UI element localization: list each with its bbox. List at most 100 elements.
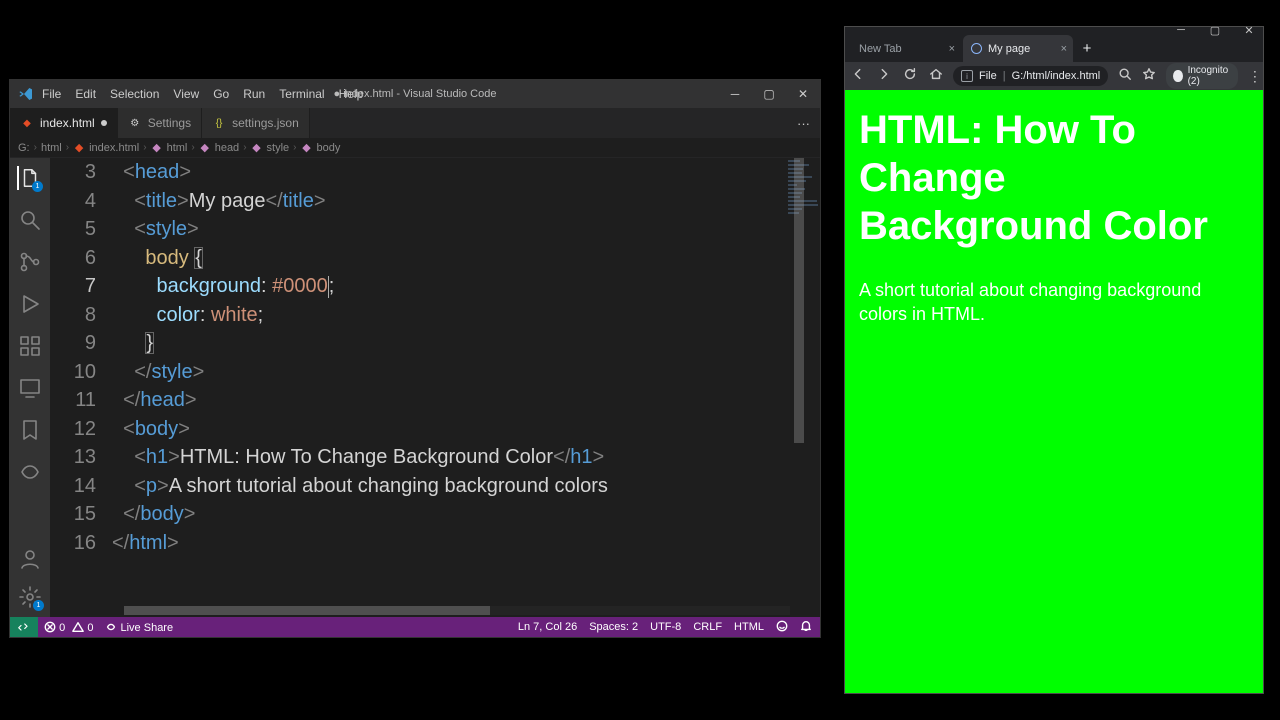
- breadcrumb-item[interactable]: body: [317, 142, 341, 154]
- vscode-window: FileEditSelectionViewGoRunTerminalHelp ●…: [10, 80, 820, 637]
- browser-minimize-button[interactable]: ─: [1171, 24, 1191, 37]
- menu-edit[interactable]: Edit: [75, 87, 96, 101]
- indentation[interactable]: Spaces: 2: [589, 621, 638, 633]
- browser-toolbar: i File | G:/html/index.html Incognito (2…: [845, 62, 1263, 90]
- explorer-badge: 1: [32, 181, 43, 192]
- browser-tab[interactable]: My page ×: [963, 35, 1073, 62]
- settings-badge: 1: [33, 600, 44, 611]
- bookmark-star-icon[interactable]: [1142, 67, 1156, 86]
- reload-button[interactable]: [903, 67, 917, 86]
- breadcrumb-node-icon: ◆: [301, 142, 313, 154]
- bookmark-icon[interactable]: [18, 418, 42, 442]
- new-tab-button[interactable]: +: [1075, 35, 1099, 62]
- encoding[interactable]: UTF-8: [650, 621, 681, 633]
- browser-viewport[interactable]: HTML: How To Change Background Color A s…: [845, 90, 1263, 693]
- gear-icon: ⚙: [128, 116, 142, 130]
- explorer-icon[interactable]: 1: [17, 166, 41, 190]
- incognito-indicator[interactable]: Incognito (2): [1166, 63, 1238, 89]
- breadcrumb-item[interactable]: head: [215, 142, 239, 154]
- vscode-menu: FileEditSelectionViewGoRunTerminalHelp: [42, 87, 363, 101]
- minimize-button[interactable]: ─: [718, 80, 752, 108]
- eol[interactable]: CRLF: [693, 621, 722, 633]
- live-share-status[interactable]: Live Share: [105, 621, 173, 634]
- page-paragraph: A short tutorial about changing backgrou…: [859, 278, 1249, 327]
- site-info-icon[interactable]: i: [961, 70, 973, 82]
- source-control-icon[interactable]: [18, 250, 42, 274]
- browser-tab-label: New Tab: [859, 43, 902, 55]
- accounts-icon[interactable]: [18, 547, 42, 571]
- notifications-icon[interactable]: [800, 620, 812, 635]
- language-mode[interactable]: HTML: [734, 621, 764, 633]
- globe-favicon-icon: [971, 43, 982, 54]
- modified-dot-icon: [101, 120, 107, 126]
- html-file-icon: ◆: [20, 116, 34, 130]
- code-content[interactable]: <head> <title>My page</title> <style> bo…: [112, 158, 820, 557]
- more-actions-icon[interactable]: ···: [797, 116, 810, 131]
- back-button[interactable]: [851, 67, 865, 86]
- browser-close-button[interactable]: ✕: [1239, 24, 1259, 37]
- vscode-logo-icon: [18, 86, 34, 102]
- breadcrumb-node-icon: ◆: [251, 142, 263, 154]
- vscode-titlebar[interactable]: FileEditSelectionViewGoRunTerminalHelp ●…: [10, 80, 820, 108]
- zoom-icon[interactable]: [1118, 67, 1132, 86]
- forward-button[interactable]: [877, 67, 891, 86]
- tab-label: Settings: [148, 116, 191, 130]
- browser-tabs: New Tab × My page × +: [845, 35, 1263, 62]
- vertical-scrollbar[interactable]: [794, 158, 804, 617]
- browser-tab-label: My page: [988, 43, 1030, 55]
- close-button[interactable]: ✕: [786, 80, 820, 108]
- tab-close-icon[interactable]: ×: [1061, 43, 1067, 55]
- live-share-icon[interactable]: [18, 460, 42, 484]
- breadcrumb-node-icon: ◆: [73, 142, 85, 154]
- status-bar: 0 0 Live Share Ln 7, Col 26 Spaces: 2 UT…: [10, 617, 820, 637]
- breadcrumb-item[interactable]: html: [167, 142, 188, 154]
- vscode-window-controls: ─ ▢ ✕: [718, 80, 820, 108]
- url-text: G:/html/index.html: [1012, 70, 1101, 82]
- editor-area[interactable]: 345678910111213141516 <head> <title>My p…: [50, 158, 820, 617]
- editor-tabs-actions: ···: [787, 108, 820, 138]
- editor-tabs: ◆ index.html ⚙ Settings {}settings.json ···: [10, 108, 820, 138]
- breadcrumb-item[interactable]: html: [41, 142, 62, 154]
- remote-explorer-icon[interactable]: [18, 376, 42, 400]
- tab-close-icon[interactable]: ×: [949, 43, 955, 55]
- json-file-icon: {}: [212, 116, 226, 130]
- search-icon[interactable]: [18, 208, 42, 232]
- vscode-body: 1 1 345678910111213141516 <head> <title>…: [10, 158, 820, 617]
- horizontal-scrollbar[interactable]: [124, 606, 790, 615]
- breadcrumb-item[interactable]: G:: [18, 142, 30, 154]
- breadcrumb-item[interactable]: index.html: [89, 142, 139, 154]
- menu-go[interactable]: Go: [213, 87, 229, 101]
- address-bar[interactable]: i File | G:/html/index.html: [953, 66, 1108, 86]
- browser-tab[interactable]: New Tab ×: [851, 35, 961, 62]
- browser-maximize-button[interactable]: ▢: [1205, 24, 1225, 37]
- menu-file[interactable]: File: [42, 87, 61, 101]
- tab-label: index.html: [40, 116, 95, 130]
- breadcrumb-node-icon: ◆: [151, 142, 163, 154]
- problems-indicator[interactable]: 0 0: [44, 621, 93, 634]
- settings-gear-icon[interactable]: 1: [18, 585, 42, 609]
- menu-run[interactable]: Run: [243, 87, 265, 101]
- extensions-icon[interactable]: [18, 334, 42, 358]
- browser-menu-icon[interactable]: ⋮: [1248, 68, 1262, 85]
- editor-tab[interactable]: {}settings.json: [202, 108, 310, 138]
- home-button[interactable]: [929, 67, 943, 86]
- url-scheme: File: [979, 70, 997, 82]
- browser-window: ─ ▢ ✕ New Tab × My page × + i File | G:/html…: [845, 27, 1263, 693]
- vscode-title: ● index.html - Visual Studio Code: [334, 88, 497, 100]
- remote-indicator[interactable]: [10, 617, 38, 637]
- menu-view[interactable]: View: [173, 87, 199, 101]
- breadcrumb-item[interactable]: style: [267, 142, 290, 154]
- feedback-icon[interactable]: [776, 620, 788, 635]
- breadcrumb-node-icon: ◆: [199, 142, 211, 154]
- breadcrumb[interactable]: G:›html›◆index.html›◆html›◆head›◆style›◆…: [10, 138, 820, 158]
- activity-bar: 1 1: [10, 158, 50, 617]
- menu-terminal[interactable]: Terminal: [279, 87, 324, 101]
- run-debug-icon[interactable]: [18, 292, 42, 316]
- browser-titlebar[interactable]: ─ ▢ ✕: [845, 27, 1263, 35]
- editor-tab[interactable]: ◆ index.html: [10, 108, 118, 138]
- line-gutter: 345678910111213141516: [50, 158, 112, 557]
- menu-selection[interactable]: Selection: [110, 87, 159, 101]
- editor-tab[interactable]: ⚙ Settings: [118, 108, 202, 138]
- maximize-button[interactable]: ▢: [752, 80, 786, 108]
- cursor-position[interactable]: Ln 7, Col 26: [518, 621, 577, 633]
